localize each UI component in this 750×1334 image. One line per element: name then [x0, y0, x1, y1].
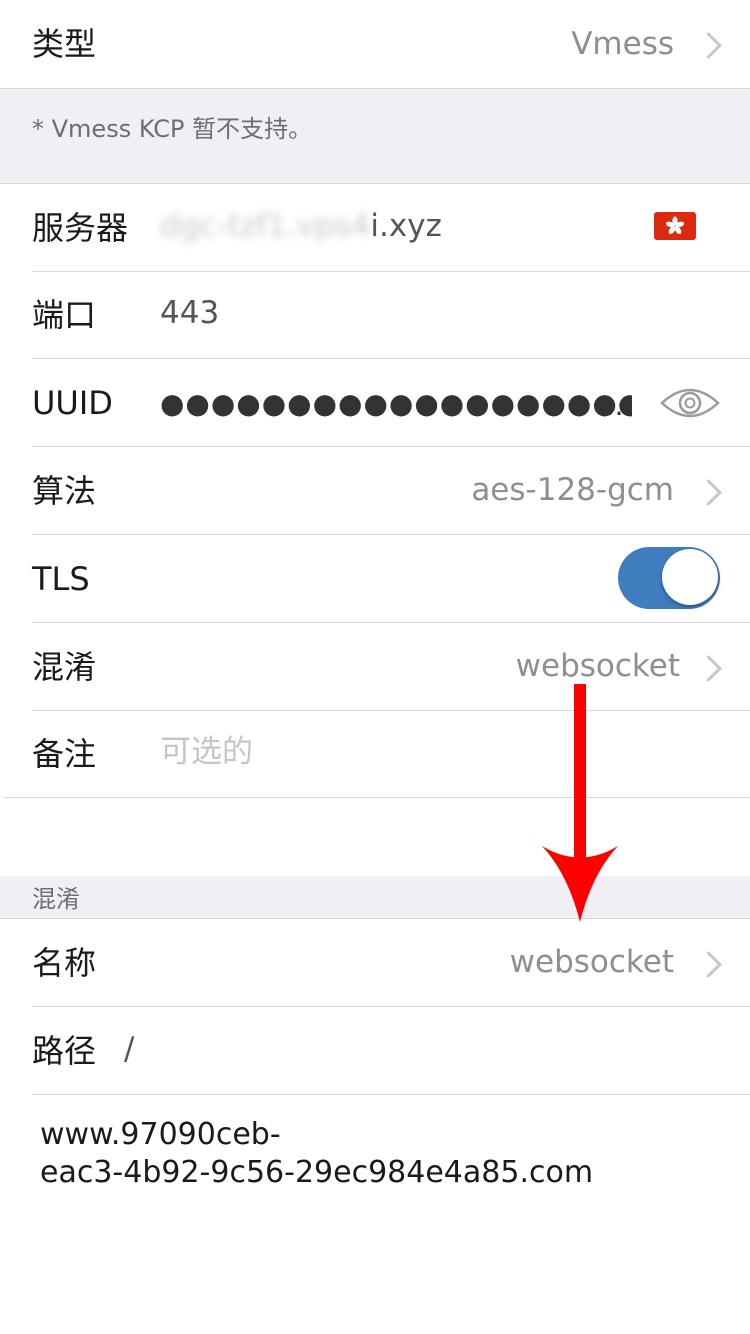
- obfs-value: websocket: [515, 648, 680, 684]
- remark-input[interactable]: 可选的: [160, 737, 253, 768]
- uuid-masked-value[interactable]: ●●●●●●●●●●●●●●●●●●●●●●●●●●●●●●●●●●●●: [160, 390, 632, 418]
- port-row[interactable]: 端口 443: [0, 272, 750, 358]
- server-blurred: dgc-tzf1.vps4: [160, 208, 371, 244]
- remark-label: 备注: [32, 735, 97, 773]
- red-down-arrow: [542, 684, 618, 922]
- cipher-value: aes-128-gcm: [471, 472, 674, 508]
- obfs-row[interactable]: 混淆 websocket: [0, 623, 750, 710]
- uuid-label: UUID: [32, 384, 113, 422]
- chevron-right-icon: [695, 479, 722, 506]
- obfs-name-row[interactable]: 名称 websocket: [0, 920, 750, 1006]
- server-row[interactable]: 服务器 dgc-tzf1.vps4i.xyz: [0, 184, 750, 272]
- type-label: 类型: [32, 25, 97, 63]
- obfs-name-value: websocket: [509, 944, 674, 980]
- port-value[interactable]: 443: [160, 298, 219, 329]
- kcp-notice: * Vmess KCP 暂不支持。: [32, 115, 313, 143]
- remark-row[interactable]: 备注 可选的: [0, 711, 750, 797]
- port-label: 端口: [32, 296, 97, 334]
- uuid-ellipsis: …: [605, 389, 633, 422]
- notice-band: * Vmess KCP 暂不支持。: [0, 88, 750, 184]
- chevron-right-icon: [695, 32, 722, 59]
- obfs-path-value[interactable]: /: [124, 1034, 134, 1065]
- obfs-section-title: 混淆: [32, 885, 80, 913]
- toggle-knob: [662, 549, 718, 605]
- chevron-right-icon: [695, 655, 722, 682]
- host-line-1: www.97090ceb-: [40, 1117, 281, 1152]
- cipher-label: 算法: [32, 472, 97, 510]
- obfs-section-header: 混淆: [0, 876, 750, 919]
- obfs-path-label: 路径: [32, 1032, 97, 1070]
- chevron-right-icon: [695, 951, 722, 978]
- uuid-row[interactable]: UUID ●●●●●●●●●●●●●●●●●●●●●●●●●●●●●●●●●●●…: [0, 359, 750, 446]
- hong-kong-flag-icon[interactable]: [654, 212, 696, 240]
- tls-toggle[interactable]: [618, 547, 720, 609]
- host-textarea[interactable]: www.97090ceb- eac3-4b92-9c56-29ec984e4a8…: [0, 1095, 750, 1334]
- tls-row: TLS: [0, 535, 750, 622]
- obfs-path-row[interactable]: 路径 /: [0, 1007, 750, 1094]
- cipher-row[interactable]: 算法 aes-128-gcm: [0, 447, 750, 534]
- type-row[interactable]: 类型 Vmess: [0, 0, 750, 88]
- tls-label: TLS: [32, 560, 90, 598]
- obfs-label: 混淆: [32, 648, 97, 686]
- server-label: 服务器: [32, 209, 129, 247]
- server-visible: i.xyz: [370, 208, 442, 244]
- server-value[interactable]: dgc-tzf1.vps4i.xyz: [160, 211, 442, 242]
- eye-icon[interactable]: [660, 383, 720, 423]
- host-line-2: eac3-4b92-9c56-29ec984e4a85.com: [40, 1155, 594, 1190]
- type-value: Vmess: [571, 26, 674, 62]
- obfs-name-label: 名称: [32, 944, 97, 982]
